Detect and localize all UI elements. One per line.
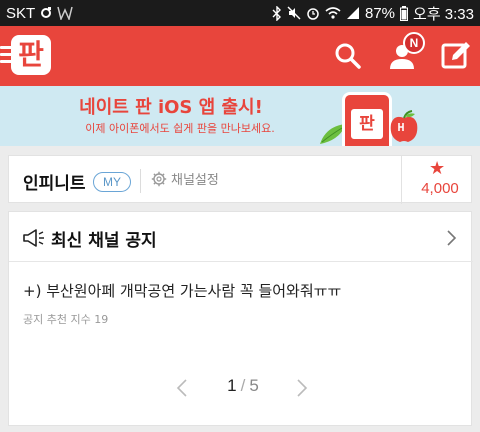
- my-badge[interactable]: MY: [93, 172, 131, 192]
- chevron-left-icon[interactable]: [175, 378, 189, 398]
- post-title[interactable]: +) 부산원아페 개막공연 가는사람 꼭 들어와줘ㅠㅠ: [23, 280, 341, 301]
- star-count: 4,000: [421, 180, 459, 197]
- promo-banner[interactable]: 네이트 판 iOS 앱 출시! 이제 아이폰에서도 쉽게 판을 만나보세요. 판: [0, 86, 480, 146]
- banner-title: 네이트 판 iOS 앱 출시!: [79, 97, 263, 118]
- signal-icon: [346, 6, 360, 20]
- bluetooth-icon: [272, 5, 282, 21]
- apple-icon: [390, 110, 418, 142]
- total-pages: 5: [249, 376, 259, 395]
- write-button[interactable]: [438, 38, 474, 74]
- gear-icon: [151, 171, 167, 186]
- clock: 오후 3:33: [413, 5, 474, 23]
- status-bar: SKT 87% 오후 3:33: [0, 0, 480, 26]
- battery-percent: 87%: [365, 4, 396, 22]
- battery-icon: [400, 5, 409, 21]
- carrier-label: SKT: [6, 4, 36, 22]
- notice-card: 최신 채널 공지 +) 부산원아페 개막공연 가는사람 꼭 들어와줘ㅠㅠ 공지 …: [8, 211, 473, 426]
- post-meta: 공지 추천 지수 19: [23, 313, 109, 326]
- circle-notification-icon: [40, 7, 52, 19]
- mute-icon: [287, 6, 301, 20]
- megaphone-icon: [23, 229, 44, 247]
- channel-card: 인피니트 MY 채널설정 ★ 4,000: [8, 155, 472, 204]
- notification-badge[interactable]: N: [403, 32, 425, 54]
- page-separator: /: [240, 376, 246, 395]
- notice-header[interactable]: 최신 채널 공지: [9, 212, 473, 262]
- search-button[interactable]: [330, 38, 366, 74]
- w-notification-icon: [57, 6, 73, 20]
- chevron-right-icon[interactable]: [295, 378, 309, 398]
- settings-label: 채널설정: [171, 173, 219, 188]
- wifi-icon: [325, 6, 341, 20]
- pagination: 1/5: [9, 372, 473, 402]
- channel-name[interactable]: 인피니트: [23, 169, 86, 194]
- alarm-icon: [306, 6, 320, 20]
- page-indicator: 1/5: [207, 376, 279, 396]
- edit-icon: [441, 42, 470, 69]
- current-page: 1: [227, 376, 237, 395]
- star-icon[interactable]: ★: [429, 160, 445, 178]
- banner-subtitle: 이제 아이폰에서도 쉽게 판을 만나보세요.: [85, 122, 275, 135]
- divider: [140, 169, 141, 193]
- divider: [401, 156, 402, 204]
- phone-logo: 판: [351, 109, 383, 139]
- chevron-right-icon[interactable]: [445, 230, 457, 246]
- notice-title: 최신 채널 공지: [51, 231, 157, 251]
- channel-settings-link[interactable]: 채널설정: [151, 169, 219, 188]
- app-header: 판 N: [0, 26, 480, 86]
- phone-illustration: 판: [342, 92, 392, 146]
- search-icon: [335, 43, 361, 69]
- app-logo[interactable]: 판: [11, 35, 51, 75]
